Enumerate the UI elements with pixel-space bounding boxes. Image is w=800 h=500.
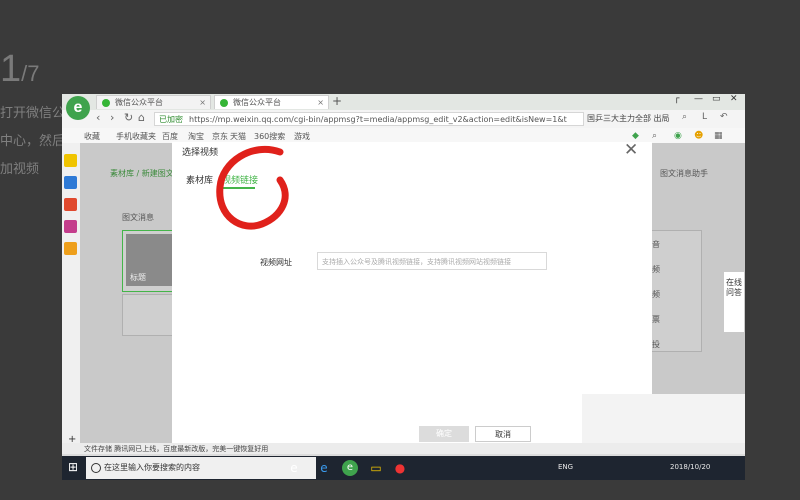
browser-tab-2[interactable]: 微信公众平台 ×	[214, 95, 329, 109]
fav-item-1[interactable]: 收藏	[84, 131, 100, 142]
side-label-5[interactable]: 投	[652, 339, 660, 350]
l-icon[interactable]: L	[702, 112, 707, 122]
back-button[interactable]: ‹	[96, 111, 100, 124]
fav-item-5[interactable]: 京东	[212, 131, 228, 142]
assistant-link[interactable]: 图文消息助手	[660, 168, 708, 179]
maximize-icon[interactable]: ▭	[712, 94, 721, 104]
address-input[interactable]: 已加密 https://mp.weixin.qq.com/cgi-bin/appm…	[154, 112, 584, 126]
side-label-4[interactable]: 票	[652, 314, 660, 325]
wechat-icon	[220, 99, 228, 107]
fav-item-3[interactable]: 百度	[162, 131, 178, 142]
secure-label: 已加密	[159, 115, 183, 124]
cortana-icon	[91, 463, 101, 473]
fav-item-6[interactable]: 天猫	[230, 131, 246, 142]
fav-item-2[interactable]: 手机收藏夹	[116, 131, 156, 142]
home-button[interactable]: ⌂	[138, 111, 145, 124]
side-label-3[interactable]: 频	[652, 289, 660, 300]
close-tab-icon[interactable]: ×	[199, 96, 206, 110]
taskbar-search-input[interactable]: 在这里输入你要搜索的内容	[86, 457, 316, 479]
fav-item-7[interactable]: 360搜索	[254, 131, 285, 142]
search-hint[interactable]: 国乒三大主力全部 出局	[587, 112, 677, 126]
refresh-button[interactable]: ↻	[124, 111, 133, 124]
thumb-label: 标题	[130, 273, 146, 282]
background-text-2: 中心，然后	[0, 134, 66, 149]
shield-icon[interactable]: ◉	[674, 131, 682, 141]
undo-icon[interactable]: ↶	[720, 112, 728, 122]
side-label-2[interactable]: 频	[652, 264, 660, 275]
close-icon[interactable]: ✕	[624, 140, 638, 160]
translate-icon[interactable]: ⌕	[652, 131, 657, 141]
cancel-button[interactable]: 取消	[475, 426, 531, 442]
doc-icon[interactable]	[64, 176, 77, 189]
browser-logo: e	[66, 96, 90, 120]
close-window-icon[interactable]: ✕	[730, 94, 738, 104]
edge-icon[interactable]: e	[316, 460, 332, 476]
qq-icon[interactable]: ●	[392, 460, 408, 476]
annotation-circle-icon	[216, 145, 289, 230]
note-icon[interactable]	[64, 242, 77, 255]
status-bar: 文件存储 腾讯网已上线，百度最新改版，完美一键恢复好用	[62, 443, 745, 454]
fav-item-4[interactable]: 淘宝	[188, 131, 204, 142]
background-text-1: 打开微信公	[0, 106, 66, 121]
forward-button[interactable]: ›	[110, 111, 114, 124]
browser-tab-1[interactable]: 微信公众平台 ×	[96, 95, 211, 109]
fav-item-8[interactable]: 游戏	[294, 131, 310, 142]
video-url-input[interactable]: 支持插入公众号及腾讯视频链接，支持腾讯视频网站视频链接	[317, 252, 547, 270]
tray-text[interactable]: ENG	[558, 463, 573, 471]
card-label: 图文消息	[122, 213, 154, 222]
minimize-icon[interactable]: —	[694, 94, 703, 104]
date: 2018/10/20	[670, 463, 711, 471]
star-icon[interactable]	[64, 154, 77, 167]
folder-icon[interactable]: ▭	[368, 460, 384, 476]
breadcrumb: 素材库 / 新建图文	[110, 169, 174, 178]
confirm-button[interactable]: 确定	[419, 426, 469, 442]
menu-icon[interactable]: ┌	[674, 94, 679, 104]
video-url-label: 视频网址	[260, 258, 292, 267]
windows-start-icon[interactable]: ⊞	[68, 460, 78, 474]
wechat-icon	[102, 99, 110, 107]
select-video-dialog: 选择视频 ✕ 素材库 视频链接 视频网址 支持插入公众号及腾讯视频链接，支持腾讯…	[172, 140, 652, 448]
online-help-popup[interactable]: 在线问答	[724, 272, 744, 332]
screen: 微信公众平台 × 微信公众平台 × + ┌ — ▭ ✕ e ‹ › ↻ ⌂ 已加密 h…	[62, 94, 745, 480]
search-icon[interactable]: ⌕	[682, 112, 687, 122]
browser-taskbar-icon[interactable]: e	[342, 460, 358, 476]
background-step-number: 1/7	[0, 48, 40, 90]
close-tab-icon[interactable]: ×	[317, 96, 324, 110]
mail-icon[interactable]	[64, 220, 77, 233]
user-icon[interactable]: ☻	[694, 131, 703, 141]
side-label-1[interactable]: 音	[652, 239, 660, 250]
background-text-3: 加视频	[0, 162, 40, 177]
weibo-icon[interactable]	[64, 198, 77, 211]
grid-icon[interactable]: ▦	[714, 131, 723, 141]
ie-icon[interactable]: e	[286, 460, 302, 476]
new-tab-button[interactable]: +	[332, 94, 342, 108]
